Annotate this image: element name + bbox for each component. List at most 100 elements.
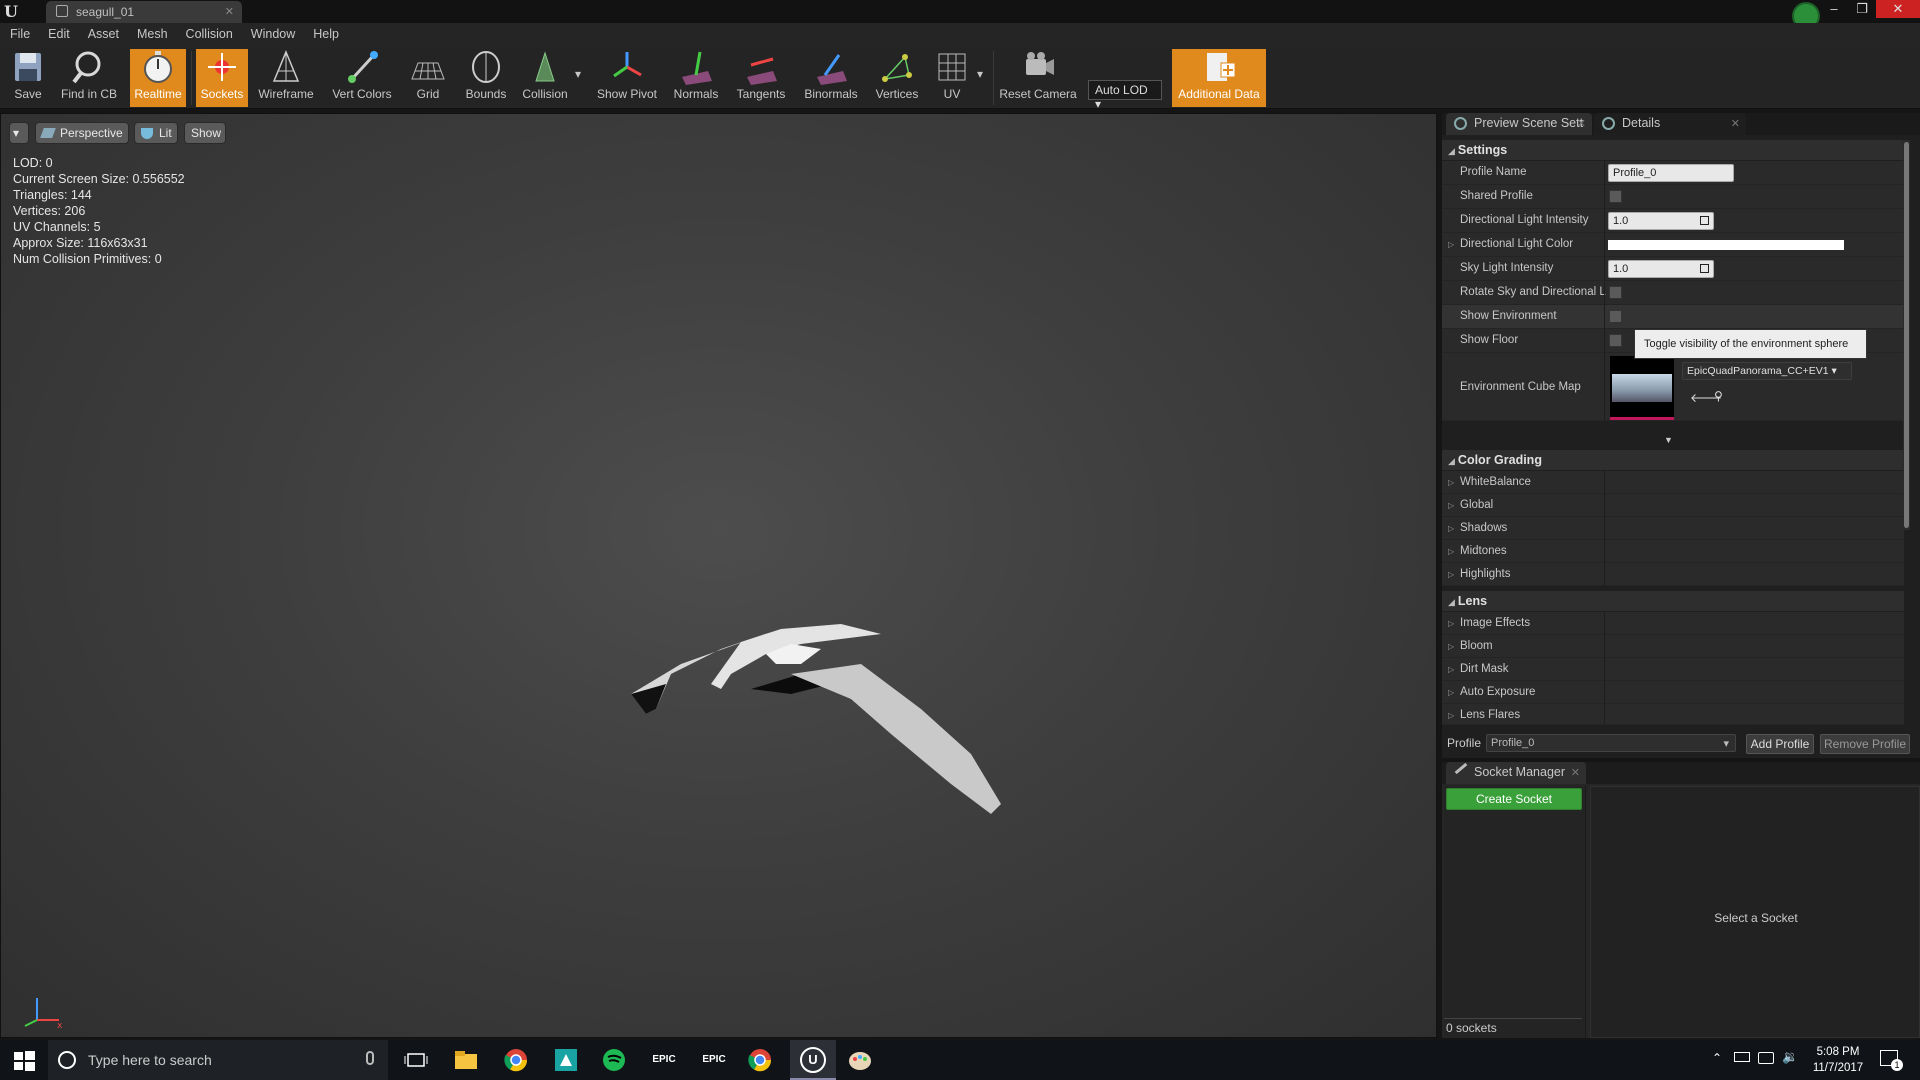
tab-socket-manager[interactable]: Socket Manager ✕	[1446, 762, 1586, 784]
show-floor-checkbox[interactable]	[1609, 334, 1622, 347]
cube-map-dropdown[interactable]: EpicQuadPanorama_CC+EV1 ▾	[1682, 362, 1852, 380]
close-tab-icon[interactable]: ✕	[1731, 117, 1740, 130]
epic-launcher-icon-2[interactable]: EPIC	[700, 1046, 728, 1074]
epic-launcher-icon[interactable]: EPIC	[650, 1046, 678, 1074]
menu-file[interactable]: File	[0, 23, 38, 41]
spotify-icon[interactable]	[600, 1046, 628, 1074]
file-explorer-icon[interactable]	[452, 1046, 480, 1074]
lens-flares-row[interactable]: ▷ Lens Flares	[1442, 704, 1904, 725]
uv-toggle[interactable]: UV	[930, 49, 974, 107]
sockets-toggle[interactable]: Sockets	[196, 49, 248, 107]
save-button[interactable]: Save	[6, 49, 50, 107]
show-environment-checkbox[interactable]	[1609, 310, 1622, 323]
dir-light-intensity-input[interactable]: 1.0	[1608, 212, 1714, 230]
show-button[interactable]: Show	[184, 122, 226, 144]
vert-colors-toggle[interactable]: Vert Colors	[326, 49, 398, 107]
bounds-toggle[interactable]: Bounds	[456, 49, 516, 107]
menu-mesh[interactable]: Mesh	[127, 23, 176, 41]
lit-button[interactable]: Lit	[134, 122, 178, 144]
color-grading-section-header[interactable]: ◢ Color Grading	[1442, 450, 1904, 470]
expand-icon[interactable]: ▷	[1448, 524, 1454, 533]
tab-details[interactable]: Details ✕	[1594, 113, 1746, 135]
dir-light-color-swatch[interactable]	[1608, 240, 1844, 250]
expand-icon[interactable]: ▷	[1448, 642, 1454, 651]
advanced-expand-icon[interactable]: ▼	[1664, 435, 1673, 445]
expand-icon[interactable]: ▷	[1448, 665, 1454, 674]
expand-icon[interactable]: ▷	[1448, 240, 1454, 249]
binormals-toggle[interactable]: Binormals	[800, 49, 862, 107]
paint-icon[interactable]	[846, 1046, 874, 1074]
menu-collision[interactable]: Collision	[176, 23, 241, 41]
lens-section-header[interactable]: ◢ Lens	[1442, 591, 1904, 611]
cg-whitebalance-row[interactable]: ▷ WhiteBalance	[1442, 471, 1904, 495]
mesh-viewport[interactable]: ▾ Perspective Lit Show LOD: 0 Current Sc…	[0, 113, 1437, 1038]
windows-start-icon[interactable]	[10, 1046, 38, 1074]
cube-map-thumbnail[interactable]	[1610, 356, 1674, 420]
vertices-toggle[interactable]: Vertices	[870, 49, 924, 107]
menu-asset[interactable]: Asset	[78, 23, 127, 41]
tab-preview-scene-settings[interactable]: Preview Scene Sett ✕	[1446, 113, 1592, 135]
grid-toggle[interactable]: Grid	[408, 49, 448, 107]
profile-name-input[interactable]: Profile_0	[1608, 164, 1734, 182]
additional-data-button[interactable]: Additional Data	[1172, 49, 1266, 107]
browse-search-icon[interactable]: ⚲	[1714, 389, 1723, 403]
task-view-icon[interactable]	[402, 1046, 430, 1074]
cg-highlights-row[interactable]: ▷ Highlights	[1442, 563, 1904, 587]
remove-profile-button[interactable]: Remove Profile	[1820, 734, 1910, 754]
clock[interactable]: 5:08 PM 11/7/2017	[1808, 1044, 1868, 1076]
network-icon[interactable]	[1758, 1052, 1774, 1064]
expand-icon[interactable]: ▷	[1448, 501, 1454, 510]
expand-icon[interactable]: ▷	[1448, 619, 1454, 628]
action-center-icon[interactable]: 1	[1880, 1050, 1903, 1071]
details-scrollbar[interactable]	[1903, 140, 1910, 530]
expand-icon[interactable]: ▷	[1448, 570, 1454, 579]
close-tab-icon[interactable]: ✕	[225, 5, 234, 18]
reset-camera-button[interactable]: Reset Camera	[998, 49, 1078, 107]
find-in-cb-button[interactable]: Find in CB	[58, 49, 120, 107]
app-icon[interactable]	[552, 1046, 580, 1074]
wireframe-toggle[interactable]: Wireframe	[256, 49, 316, 107]
lens-auto-exposure-row[interactable]: ▷ Auto Exposure	[1442, 681, 1904, 705]
spin-icon[interactable]	[1700, 216, 1709, 225]
expand-icon[interactable]: ▷	[1448, 688, 1454, 697]
close-tab-icon[interactable]: ✕	[1577, 117, 1586, 130]
tray-chevron-icon[interactable]: ⌃	[1712, 1051, 1722, 1065]
lens-bloom-row[interactable]: ▷ Bloom	[1442, 635, 1904, 659]
tangents-toggle[interactable]: Tangents	[730, 49, 792, 107]
expand-icon[interactable]: ▷	[1448, 547, 1454, 556]
perspective-button[interactable]: Perspective	[35, 122, 129, 144]
chrome-icon-2[interactable]	[746, 1046, 774, 1074]
rotate-sky-checkbox[interactable]	[1609, 286, 1622, 299]
microphone-icon[interactable]	[366, 1051, 374, 1065]
shared-profile-checkbox[interactable]	[1609, 190, 1622, 203]
normals-toggle[interactable]: Normals	[670, 49, 722, 107]
close-window-button[interactable]: ✕	[1876, 0, 1920, 18]
cg-midtones-row[interactable]: ▷ Midtones	[1442, 540, 1904, 564]
expand-icon[interactable]: ▷	[1448, 711, 1454, 720]
spin-icon[interactable]	[1700, 264, 1709, 273]
show-pivot-toggle[interactable]: Show Pivot	[594, 49, 660, 107]
create-socket-button[interactable]: Create Socket	[1446, 788, 1582, 810]
sky-light-intensity-input[interactable]: 1.0	[1608, 260, 1714, 278]
menu-edit[interactable]: Edit	[38, 23, 78, 41]
maximize-button[interactable]: ❐	[1848, 0, 1876, 18]
add-profile-button[interactable]: Add Profile	[1746, 734, 1814, 754]
auto-lod-dropdown[interactable]: Auto LOD ▾	[1088, 80, 1162, 111]
realtime-toggle[interactable]: Realtime	[130, 49, 186, 107]
profile-dropdown[interactable]: Profile_0 ▾	[1486, 734, 1736, 752]
menu-help[interactable]: Help	[303, 23, 347, 41]
battery-icon[interactable]	[1734, 1052, 1750, 1062]
close-tab-icon[interactable]: ✕	[1571, 766, 1580, 779]
chrome-icon[interactable]	[502, 1046, 530, 1074]
volume-icon[interactable]: 🔉	[1782, 1049, 1798, 1065]
viewport-options-dropdown[interactable]: ▾	[9, 122, 29, 144]
collision-toggle[interactable]: Collision	[518, 49, 572, 107]
minimize-button[interactable]: –	[1820, 0, 1848, 18]
menu-window[interactable]: Window	[241, 23, 303, 41]
lens-dirt-mask-row[interactable]: ▷ Dirt Mask	[1442, 658, 1904, 682]
lens-image-effects-row[interactable]: ▷ Image Effects	[1442, 612, 1904, 636]
cg-global-row[interactable]: ▷ Global	[1442, 494, 1904, 518]
asset-tab[interactable]: seagull_01 ✕	[46, 1, 242, 23]
settings-section-header[interactable]: ◢ Settings	[1442, 140, 1904, 160]
taskbar-search-box[interactable]: Type here to search	[48, 1040, 388, 1080]
